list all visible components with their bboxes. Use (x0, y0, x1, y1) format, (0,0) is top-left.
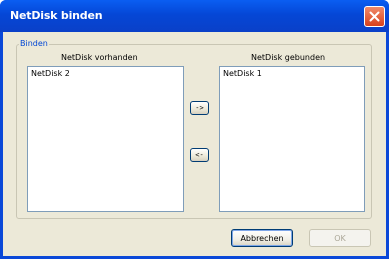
move-right-button[interactable]: -> (190, 101, 209, 115)
available-list-caption: NetDisk vorhanden (61, 53, 138, 62)
cancel-button[interactable]: Abbrechen (231, 229, 293, 247)
ok-button[interactable]: OK (309, 229, 371, 247)
available-listbox[interactable]: NetDisk 2 (27, 66, 184, 212)
move-left-button[interactable]: <- (190, 148, 209, 162)
close-icon (369, 11, 380, 22)
group-label: Binden (19, 39, 49, 48)
window-title: NetDisk binden (10, 9, 103, 22)
list-item[interactable]: NetDisk 2 (31, 69, 70, 78)
dialog-window: NetDisk binden Binden NetDisk vorhanden … (0, 0, 389, 259)
title-bar[interactable]: NetDisk binden (0, 0, 389, 32)
bound-listbox[interactable]: NetDisk 1 (219, 66, 365, 212)
list-item[interactable]: NetDisk 1 (223, 69, 262, 78)
close-button[interactable] (364, 6, 385, 27)
bound-list-caption: NetDisk gebunden (251, 53, 326, 62)
